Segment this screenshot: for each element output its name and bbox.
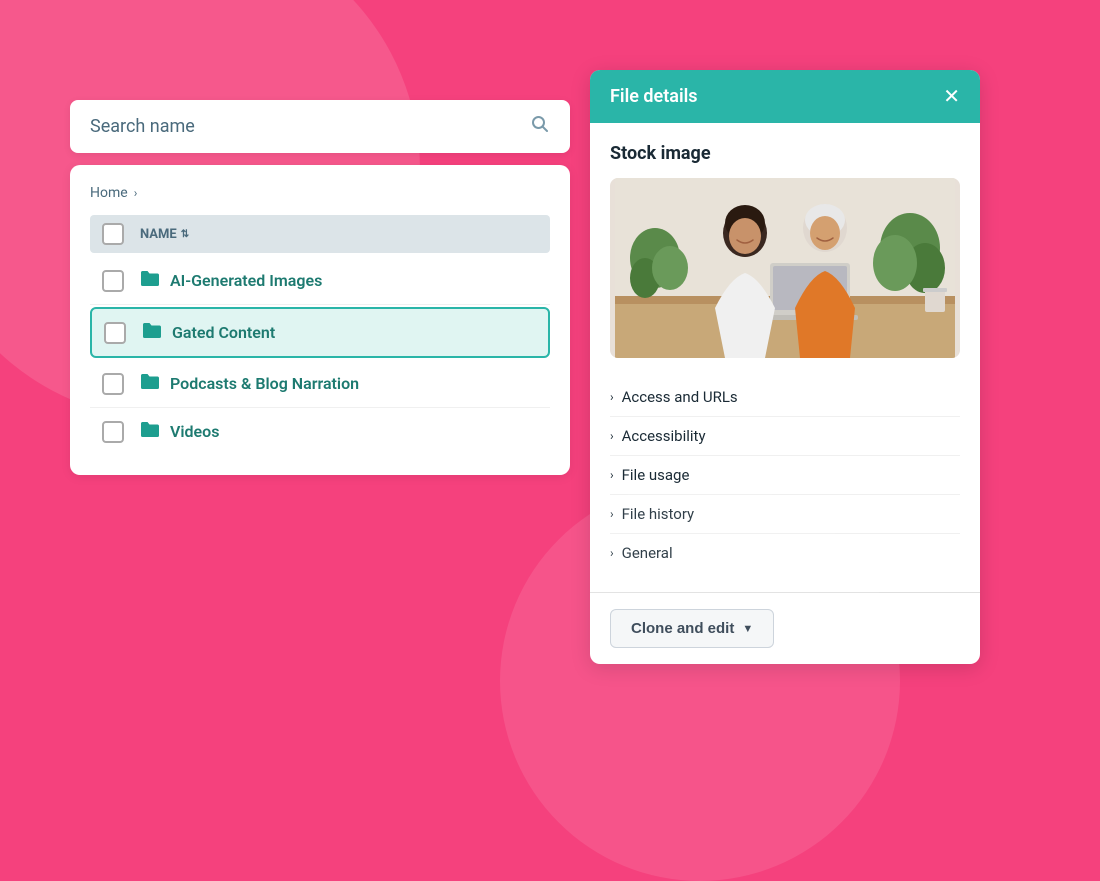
accordion-general[interactable]: › General [610, 534, 960, 572]
header-checkbox[interactable] [102, 223, 124, 245]
chevron-access-icon: › [610, 390, 614, 404]
folder-name-podcasts: Podcasts & Blog Narration [170, 374, 359, 393]
clone-btn-dropdown-icon: ▼ [742, 623, 753, 635]
file-details-panel: File details ✕ Stock image [590, 70, 980, 664]
chevron-file-history-icon: › [610, 507, 614, 521]
folder-name-videos: Videos [170, 422, 219, 441]
folder-icon-ai [140, 269, 160, 292]
panel-title: File details [610, 86, 698, 107]
folder-row-podcasts[interactable]: Podcasts & Blog Narration [90, 360, 550, 408]
accordion-label-access: Access and URLs [622, 388, 738, 406]
accordion-label-general: General [622, 544, 673, 562]
breadcrumb-home[interactable]: Home [90, 185, 128, 201]
stock-image [610, 178, 960, 358]
close-button[interactable]: ✕ [943, 87, 960, 107]
search-bar: Search name [70, 100, 570, 153]
panel-header: File details ✕ [590, 70, 980, 123]
checkbox-podcasts[interactable] [102, 373, 124, 395]
folder-row-gated[interactable]: Gated Content [90, 307, 550, 358]
folder-icon-gated [142, 321, 162, 344]
file-browser: Home › NAME ⇅ AI-Generated Images [70, 165, 570, 475]
column-name-label: NAME ⇅ [140, 227, 189, 242]
accordion-label-file-history: File history [622, 505, 695, 523]
folder-row-ai[interactable]: AI-Generated Images [90, 257, 550, 305]
panel-footer: Clone and edit ▼ [590, 592, 980, 664]
checkbox-gated[interactable] [104, 322, 126, 344]
folder-icon-videos [140, 420, 160, 443]
folder-icon-podcasts [140, 372, 160, 395]
panel-body: Stock image [590, 123, 980, 592]
folder-name-ai: AI-Generated Images [170, 271, 322, 290]
checkbox-ai[interactable] [102, 270, 124, 292]
search-icon[interactable] [530, 114, 550, 139]
accordion-list: › Access and URLs › Accessibility › File… [610, 378, 960, 572]
left-panel: Search name Home › NAME ⇅ [70, 100, 570, 475]
accordion-label-file-usage: File usage [622, 466, 690, 484]
breadcrumb-chevron: › [134, 186, 138, 200]
sort-icon[interactable]: ⇅ [181, 229, 189, 240]
checkbox-videos[interactable] [102, 421, 124, 443]
accordion-file-history[interactable]: › File history [610, 495, 960, 534]
table-header: NAME ⇅ [90, 215, 550, 253]
stock-image-label: Stock image [610, 143, 960, 164]
chevron-accessibility-icon: › [610, 429, 614, 443]
clone-btn-label: Clone and edit [631, 620, 734, 637]
accordion-access-urls[interactable]: › Access and URLs [610, 378, 960, 417]
breadcrumb: Home › [90, 185, 550, 201]
accordion-accessibility[interactable]: › Accessibility [610, 417, 960, 456]
folder-row-videos[interactable]: Videos [90, 408, 550, 455]
search-placeholder: Search name [90, 116, 195, 137]
folder-name-gated: Gated Content [172, 323, 275, 342]
chevron-file-usage-icon: › [610, 468, 614, 482]
clone-and-edit-button[interactable]: Clone and edit ▼ [610, 609, 774, 648]
accordion-file-usage[interactable]: › File usage [610, 456, 960, 495]
chevron-general-icon: › [610, 546, 614, 560]
accordion-label-accessibility: Accessibility [622, 427, 706, 445]
